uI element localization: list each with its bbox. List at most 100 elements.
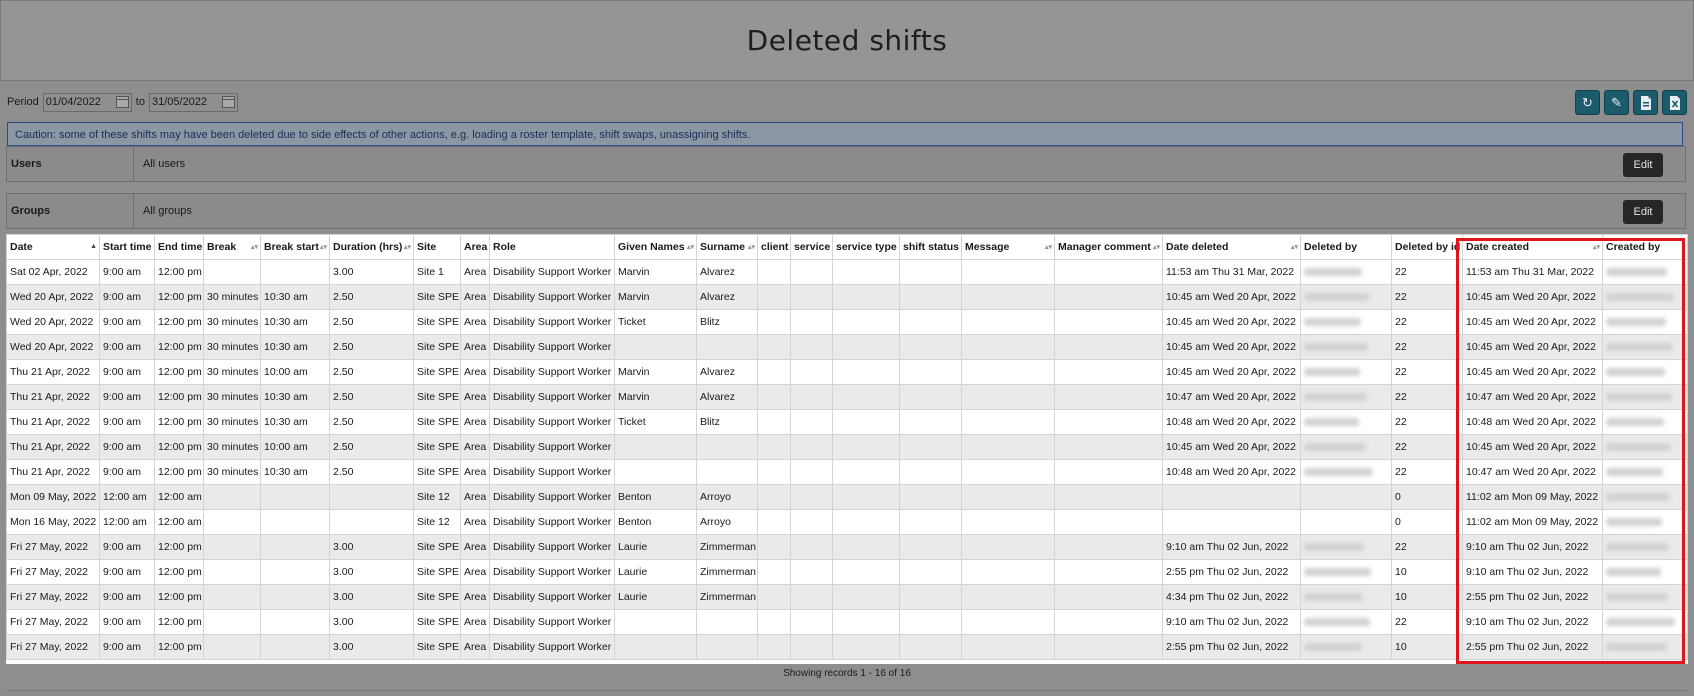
table-row[interactable]: Thu 21 Apr, 2022 9:00 am 12:00 pm 30 minute… [6, 384, 1688, 410]
edit-button[interactable]: ✎ [1604, 90, 1629, 115]
column-header[interactable]: Message ▴▾ [961, 234, 1055, 260]
column-header-label: Break [207, 241, 237, 253]
edit-users-button[interactable]: Edit [1623, 153, 1663, 177]
export-excel-button[interactable] [1662, 90, 1687, 115]
table-cell [790, 459, 833, 485]
sort-icon[interactable]: ▴▾ [748, 243, 755, 251]
sort-icon[interactable]: ▲ [90, 243, 97, 250]
table-cell [832, 434, 900, 460]
column-header[interactable]: End time [154, 234, 204, 260]
table-cell: Alvarez [696, 259, 758, 285]
table-row[interactable]: Mon 09 May, 2022 12:00 am 12:00 am Site 12 A… [6, 484, 1688, 510]
table-cell: Thu 21 Apr, 2022 [6, 359, 100, 385]
table-row[interactable]: Wed 20 Apr, 2022 9:00 am 12:00 pm 30 minute… [6, 309, 1688, 335]
table-cell [1300, 384, 1392, 410]
table-cell [832, 309, 900, 335]
table-cell: 9:00 am [99, 459, 155, 485]
table-cell [1300, 284, 1392, 310]
table-row[interactable]: Thu 21 Apr, 2022 9:00 am 12:00 pm 30 minute… [6, 409, 1688, 435]
table-row[interactable]: Thu 21 Apr, 2022 9:00 am 12:00 pm 30 minute… [6, 434, 1688, 460]
table-row[interactable]: Sat 02 Apr, 2022 9:00 am 12:00 pm 3.00 Site … [6, 259, 1688, 285]
table-cell: 22 [1391, 334, 1463, 360]
sort-icon[interactable]: ▴▾ [404, 243, 411, 251]
table-cell: 22 [1391, 534, 1463, 560]
sort-icon[interactable]: ▴▾ [251, 243, 258, 251]
table-cell: 10:45 am Wed 20 Apr, 2022 [1462, 359, 1603, 385]
edit-groups-button[interactable]: Edit [1623, 200, 1663, 224]
table-row[interactable]: Fri 27 May, 2022 9:00 am 12:00 pm 3.00 Site … [6, 559, 1688, 585]
column-header[interactable]: Date ▲ [6, 234, 100, 260]
sort-icon[interactable]: ▴▾ [1153, 243, 1160, 251]
table-cell: Disability Support Worker [489, 384, 615, 410]
calendar-icon[interactable] [115, 96, 129, 108]
table-cell [1602, 609, 1688, 635]
column-header[interactable]: Site [413, 234, 461, 260]
export-pdf-button[interactable] [1633, 90, 1658, 115]
table-cell [899, 334, 962, 360]
column-header-label: Created by [1606, 241, 1661, 253]
sort-icon[interactable]: ▴▾ [1593, 243, 1600, 251]
table-row[interactable]: Thu 21 Apr, 2022 9:00 am 12:00 pm 30 minute… [6, 459, 1688, 485]
column-header[interactable]: Role [489, 234, 615, 260]
table-cell [790, 584, 833, 610]
refresh-button[interactable]: ↻ [1575, 90, 1600, 115]
table-row[interactable]: Wed 20 Apr, 2022 9:00 am 12:00 pm 30 minute… [6, 284, 1688, 310]
table-cell [1300, 584, 1392, 610]
table-row[interactable]: Fri 27 May, 2022 9:00 am 12:00 pm 3.00 Site … [6, 609, 1688, 635]
table-row[interactable]: Fri 27 May, 2022 9:00 am 12:00 pm 3.00 Site … [6, 634, 1688, 660]
period-to-input[interactable]: 31/05/2022 [148, 92, 238, 112]
sort-icon[interactable]: ▴▾ [687, 243, 694, 251]
table-cell [614, 634, 697, 660]
table-cell [790, 284, 833, 310]
table-cell [260, 259, 330, 285]
column-header[interactable]: Deleted by [1300, 234, 1392, 260]
column-header[interactable]: Date created ▴▾ [1462, 234, 1603, 260]
column-header[interactable]: service type [832, 234, 900, 260]
table-cell [1602, 259, 1688, 285]
column-header[interactable]: Start time [99, 234, 155, 260]
sort-icon[interactable]: ▴▾ [320, 243, 327, 251]
period-from-input[interactable]: 01/04/2022 [42, 92, 132, 112]
column-header[interactable]: Deleted by id [1391, 234, 1463, 260]
table-cell: 12:00 pm [154, 334, 204, 360]
column-header[interactable]: Surname ▴▾ [696, 234, 758, 260]
column-header[interactable]: shift status [899, 234, 962, 260]
table-cell [1300, 259, 1392, 285]
sort-icon[interactable]: ▴▾ [1045, 243, 1052, 251]
table-cell: 22 [1391, 359, 1463, 385]
table-cell [899, 434, 962, 460]
table-row[interactable]: Thu 21 Apr, 2022 9:00 am 12:00 pm 30 minute… [6, 359, 1688, 385]
table-cell: Disability Support Worker [489, 434, 615, 460]
column-header[interactable]: client [757, 234, 791, 260]
table-cell [899, 259, 962, 285]
column-header[interactable]: Duration (hrs) ▴▾ [329, 234, 414, 260]
table-cell: 3.00 [329, 634, 414, 660]
table-cell: Ticket [614, 309, 697, 335]
sort-icon[interactable]: ▴▾ [1291, 243, 1298, 251]
table-cell [1300, 559, 1392, 585]
column-header[interactable]: Given Names ▴▾ [614, 234, 697, 260]
column-header[interactable]: Area [460, 234, 490, 260]
column-header[interactable]: Created by [1602, 234, 1688, 260]
calendar-icon[interactable] [221, 96, 235, 108]
column-header[interactable]: Date deleted ▴▾ [1162, 234, 1301, 260]
table-cell: 10:45 am Wed 20 Apr, 2022 [1462, 434, 1603, 460]
table-cell [757, 434, 791, 460]
table-cell [757, 259, 791, 285]
table-cell [899, 409, 962, 435]
table-row[interactable]: Fri 27 May, 2022 9:00 am 12:00 pm 3.00 Site … [6, 534, 1688, 560]
table-row[interactable]: Mon 16 May, 2022 12:00 am 12:00 am Site 12 A… [6, 509, 1688, 535]
table-cell: Site SPE [413, 384, 461, 410]
table-cell: Site SPE [413, 609, 461, 635]
redacted-name [1304, 568, 1371, 577]
column-header[interactable]: Break start ▴▾ [260, 234, 330, 260]
column-header[interactable]: Manager comment ▴▾ [1054, 234, 1163, 260]
column-header[interactable]: Break ▴▾ [203, 234, 261, 260]
column-header[interactable]: service [790, 234, 833, 260]
table-cell: Area [460, 584, 490, 610]
table-cell [757, 609, 791, 635]
table-row[interactable]: Wed 20 Apr, 2022 9:00 am 12:00 pm 30 minute… [6, 334, 1688, 360]
table-cell: Fri 27 May, 2022 [6, 584, 100, 610]
table-row[interactable]: Fri 27 May, 2022 9:00 am 12:00 pm 3.00 Site … [6, 584, 1688, 610]
table-cell [260, 634, 330, 660]
